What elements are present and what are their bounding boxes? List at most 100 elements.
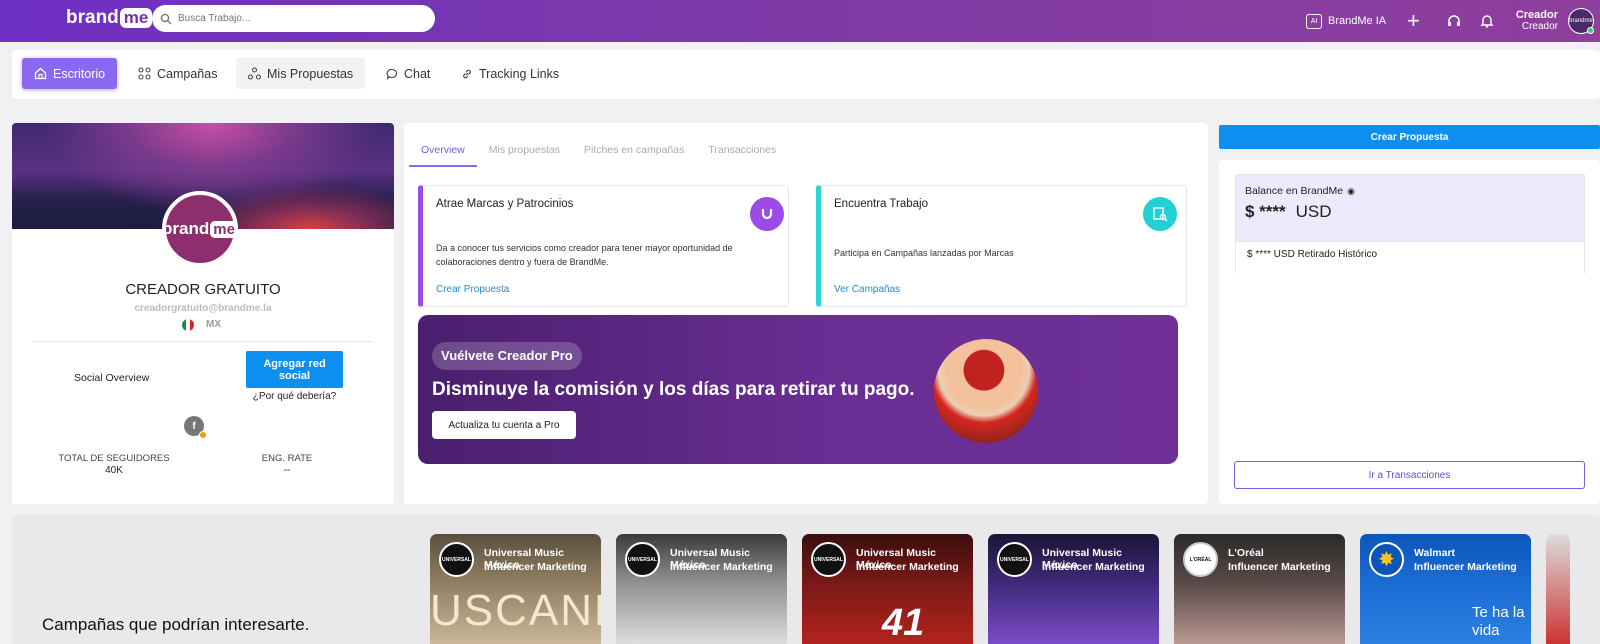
facebook-icon[interactable]: f <box>184 416 207 439</box>
top-bar: brandme AI BrandMe IA + Creador Creador … <box>0 0 1600 42</box>
profile-card: brand me CREADOR GRATUITO creadorgratuito… <box>12 123 394 504</box>
tab-mis-propuestas[interactable]: Mis propuestas <box>477 141 572 167</box>
avatar-text: brandme <box>1569 18 1593 24</box>
profile-name: CREADOR GRATUITO <box>125 281 281 298</box>
headset-icon[interactable] <box>1447 0 1461 42</box>
campaign-image-text: Te ha la vida <box>1472 604 1525 639</box>
nav-tracking-links[interactable]: Tracking Links <box>449 58 571 89</box>
search-input[interactable] <box>178 13 418 24</box>
social-overview-label: Social Overview <box>74 372 150 384</box>
walmart-logo-icon: ✸ <box>1369 542 1404 577</box>
attract-brands-card: Atrae Marcas y Patrocinios Da a conocer … <box>418 185 789 307</box>
campaigns-title: Campañas que podrían interesarte. <box>42 615 310 634</box>
tab-transacciones[interactable]: Transacciones <box>696 141 788 167</box>
tab-pitches[interactable]: Pitches en campañas <box>572 141 696 167</box>
brandme-ia-button[interactable]: AI BrandMe IA <box>1306 0 1386 42</box>
magnet-icon <box>750 197 784 231</box>
bell-icon[interactable] <box>1480 0 1494 42</box>
withdrawn-history: $ **** USD Retirado Histórico <box>1236 241 1584 274</box>
link-icon <box>463 69 471 78</box>
search-icon <box>160 13 172 24</box>
pro-upgrade-banner: Vuélvete Creador Pro Disminuye la comisi… <box>418 315 1178 464</box>
proposals-icon <box>248 67 261 80</box>
add-social-network-button[interactable]: Agregar red social <box>246 351 343 388</box>
card-title: Encuentra Trabajo <box>834 198 928 210</box>
campaign-category: Influencer Marketing <box>1042 561 1145 573</box>
balance-box: Balance en BrandMe ◉ $ **** USD $ **** USD… <box>1235 174 1585 274</box>
user-name: Creador <box>1515 9 1558 21</box>
campaign-card[interactable]: UNIVERSAL Universal Music México Influen… <box>616 534 787 644</box>
profile-country: MX <box>206 319 221 330</box>
warning-badge-icon <box>199 431 207 439</box>
balance-label: Balance en BrandMe <box>1245 185 1344 197</box>
universal-logo-icon: UNIVERSAL <box>997 542 1032 577</box>
eng-rate-value: -- <box>283 465 291 476</box>
nav-mis-propuestas[interactable]: Mis Propuestas <box>236 58 366 89</box>
why-link[interactable]: ¿Por qué debería? <box>246 391 343 402</box>
campaign-image-text: 41 <box>882 602 925 644</box>
go-to-transactions-button[interactable]: Ir a Transacciones <box>1234 461 1585 489</box>
avatar-me-badge: me <box>210 220 238 238</box>
followers-value: 40K <box>105 465 123 476</box>
online-status-dot <box>1587 27 1594 34</box>
nav-label: Tracking Links <box>479 66 560 81</box>
avatar[interactable]: brandme <box>1568 8 1594 34</box>
tab-overview[interactable]: Overview <box>409 141 477 167</box>
loreal-logo-icon: L'ORÉAL <box>1183 542 1218 577</box>
universal-logo-icon: UNIVERSAL <box>439 542 474 577</box>
profile-avatar: brand me <box>162 191 238 267</box>
campaign-category: Influencer Marketing <box>1414 561 1517 573</box>
chat-icon <box>386 68 398 80</box>
nav-chat[interactable]: Chat <box>374 58 442 89</box>
nav-label: Chat <box>404 66 431 81</box>
logo-me-badge: me <box>119 8 153 28</box>
upgrade-pro-button[interactable]: Actualiza tu cuenta a Pro <box>432 411 576 439</box>
campaign-category: Influencer Marketing <box>484 561 587 573</box>
crear-propuesta-link[interactable]: Crear Propuesta <box>436 284 509 295</box>
universal-logo-icon: UNIVERSAL <box>811 542 846 577</box>
campaign-card[interactable]: UNIVERSAL Universal Music México Influen… <box>988 534 1159 644</box>
home-icon <box>34 67 47 80</box>
main-nav: Escritorio Campañas Mis Propuestas Chat … <box>12 50 1600 99</box>
card-title: Atrae Marcas y Patrocinios <box>436 198 574 210</box>
campaign-brand: Walmart <box>1414 547 1456 559</box>
create-proposal-button[interactable]: Crear Propuesta <box>1219 125 1600 149</box>
user-role: Creador <box>1521 21 1558 32</box>
document-search-icon <box>1143 197 1177 231</box>
campaigns-icon <box>138 67 151 80</box>
divider <box>34 341 372 342</box>
search-bar[interactable] <box>152 5 435 32</box>
eye-slash-icon[interactable]: ◉ <box>1347 186 1355 197</box>
campaign-category: Influencer Marketing <box>1228 561 1331 573</box>
followers-label: TOTAL DE SEGUIDORES <box>58 453 170 464</box>
user-menu[interactable]: Creador Creador <box>1508 0 1558 42</box>
nav-campanas[interactable]: Campañas <box>126 58 229 89</box>
card-text: Participa en Campañas lanzadas por Marca… <box>834 248 1014 258</box>
promo-creator-photo <box>934 339 1038 443</box>
campaign-brand: L'Oréal <box>1228 547 1264 559</box>
overview-card: Overview Mis propuestas Pitches en campa… <box>404 123 1208 504</box>
campaign-card[interactable]: UNIVERSAL Universal Music México Influen… <box>430 534 601 644</box>
campaigns-section: Campañas que podrían interesarte. UNIVER… <box>12 515 1600 644</box>
campaign-card[interactable]: L'ORÉAL L'Oréal Influencer Marketing <box>1174 534 1345 644</box>
balance-value: $ **** <box>1245 202 1286 221</box>
brandme-logo[interactable]: brand me <box>66 7 153 29</box>
campaign-image-text: USCANDOLE <box>430 586 601 635</box>
avatar-brand-text: brand <box>162 219 210 238</box>
campaign-category: Influencer Marketing <box>670 561 773 573</box>
nav-escritorio[interactable]: Escritorio <box>22 58 118 89</box>
universal-logo-icon: UNIVERSAL <box>625 542 660 577</box>
nav-label: Escritorio <box>53 66 106 81</box>
campaign-card[interactable]: UNIVERSAL Universal Music México Influen… <box>802 534 973 644</box>
overview-tabs: Overview Mis propuestas Pitches en campa… <box>409 141 788 167</box>
brandme-ia-label: BrandMe IA <box>1328 15 1387 27</box>
balance-currency: USD <box>1295 202 1332 221</box>
ver-campanas-link[interactable]: Ver Campañas <box>834 284 900 295</box>
promo-headline: Disminuye la comisión y los días para re… <box>432 379 915 400</box>
plus-icon[interactable]: + <box>1407 0 1423 42</box>
campaign-card[interactable]: ✸ Walmart Influencer Marketing Te ha la … <box>1360 534 1531 644</box>
profile-email: creadorgratuito@brandme.la <box>134 303 272 314</box>
nav-label: Campañas <box>157 66 218 81</box>
find-work-card: Encuentra Trabajo Participa en Campañas … <box>816 185 1187 307</box>
campaign-card-partial[interactable] <box>1546 534 1570 644</box>
